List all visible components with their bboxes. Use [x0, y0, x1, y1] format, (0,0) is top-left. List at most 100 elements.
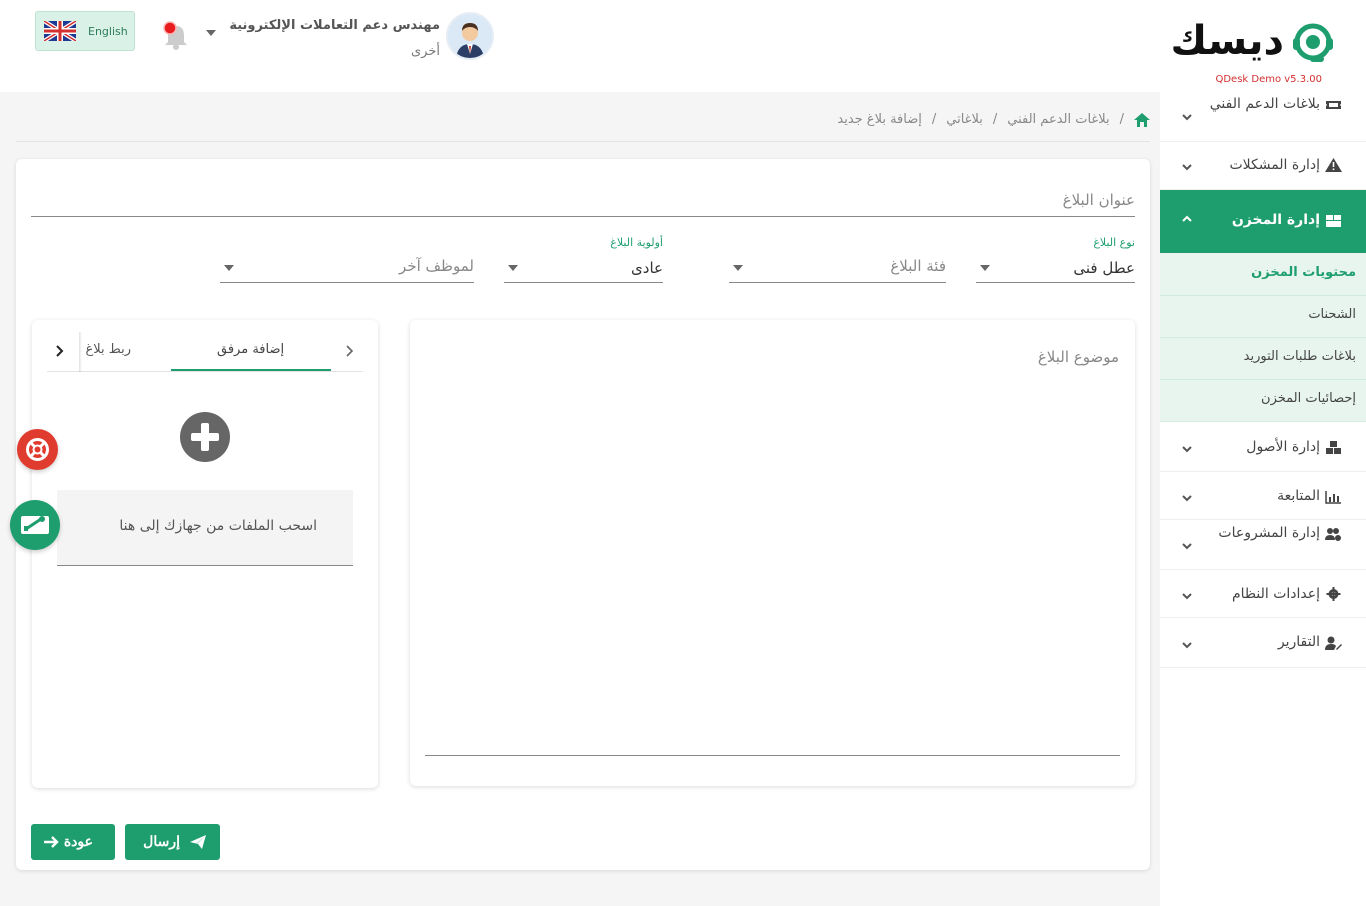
logo-text: ديسك: [1170, 18, 1285, 64]
back-button[interactable]: عودة: [31, 824, 115, 860]
user-role: أخرى: [411, 44, 440, 59]
ticket-priority-select[interactable]: عادى: [504, 253, 663, 283]
breadcrumb-separator: /: [992, 112, 998, 127]
assign-employee-select[interactable]: لموظف آخر: [220, 253, 474, 283]
sidebar-subitem-warehouse-stats[interactable]: إحصائيات المخزن: [1160, 380, 1366, 422]
users-cog-icon: [1325, 528, 1341, 541]
ticket-category-select[interactable]: فئة البلاغ: [729, 253, 946, 283]
dropdown-arrow-icon: [980, 265, 990, 271]
user-edit-icon: [1325, 636, 1342, 650]
breadcrumb-item-my-tickets[interactable]: بلاغاتي: [946, 112, 983, 127]
ticket-subject-editor[interactable]: موضوع البلاغ: [410, 320, 1135, 786]
sidebar-item-label: إعدادات النظام: [1231, 586, 1320, 602]
sidebar-item-label: إدارة المشكلات: [1229, 157, 1320, 173]
sidebar-subitem-supply-requests[interactable]: بلاغات طلبات التوريد: [1160, 338, 1366, 380]
user-name: مهندس دعم التعاملات الإلكترونية: [229, 18, 440, 33]
ticket-subject-placeholder: موضوع البلاغ: [1037, 348, 1119, 366]
chevron-down-icon: [1182, 446, 1192, 453]
home-icon[interactable]: [1134, 112, 1150, 127]
app-logo[interactable]: ديسك QDesk Demo v5.3.00: [1171, 8, 1352, 85]
subitem-label: الشحنات: [1308, 307, 1356, 322]
dropdown-arrow-icon: [508, 265, 518, 271]
chevron-down-icon: [1182, 164, 1192, 171]
sidebar-item-settings[interactable]: إعدادات النظام: [1160, 570, 1366, 618]
subject-underline: [425, 755, 1120, 756]
ticket-icon: [1326, 101, 1341, 109]
ticket-priority-label: أولوية البلاغ: [610, 236, 663, 249]
sidebar-subitem-warehouse-contents[interactable]: محتويات المخزن: [1160, 254, 1366, 296]
dropdown-arrow-icon: [733, 265, 743, 271]
chevron-down-icon: [1182, 495, 1192, 502]
attachments-tabs: إضافة مرفق ربط بلاغ: [47, 332, 363, 372]
language-switch-button[interactable]: English: [35, 11, 135, 51]
user-menu-caret-icon[interactable]: [206, 30, 216, 36]
ticket-type-select[interactable]: عطل فنى: [976, 253, 1135, 283]
user-avatar-icon: [448, 14, 492, 58]
dropdown-arrow-icon: [224, 265, 234, 271]
sidebar-item-label: إدارة الأصول: [1246, 439, 1320, 455]
ticket-type-value: عطل فنى: [1073, 259, 1135, 277]
chevron-down-icon: [1182, 114, 1192, 121]
sidebar-item-problems[interactable]: إدارة المشكلات: [1160, 142, 1366, 190]
uk-flag-icon: [44, 21, 76, 41]
sidebar-item-tickets[interactable]: بلاغات الدعم الفني: [1160, 92, 1366, 142]
sidebar-item-label: التقارير: [1277, 634, 1320, 650]
sidebar-item-label: إدارة المخزن: [1231, 212, 1320, 228]
paper-plane-icon: [190, 835, 206, 849]
top-bar: ديسك QDesk Demo v5.3.00 مهندس دعم التعام…: [0, 0, 1366, 92]
arrow-right-icon: [44, 836, 59, 848]
ticket-category-placeholder: فئة البلاغ: [890, 257, 946, 275]
cubes-icon: [1326, 441, 1341, 454]
sidebar-item-warehouse[interactable]: إدارة المخزن: [1160, 190, 1366, 254]
back-button-label: عودة: [63, 833, 93, 849]
assign-employee-placeholder: لموظف آخر: [399, 257, 474, 275]
chart-icon: [1325, 491, 1341, 504]
headset-logo-icon: [1293, 23, 1333, 62]
tab-scroll-right-icon[interactable]: [343, 344, 355, 358]
file-drop-zone[interactable]: اسحب الملفات من جهازك إلى هنا: [57, 490, 353, 566]
ticket-title-input[interactable]: [31, 183, 1135, 217]
breadcrumb-separator: /: [1119, 112, 1124, 127]
attachments-panel: إضافة مرفق ربط بلاغ اسحب الملفات من جهاز…: [32, 320, 378, 788]
tab-add-attachment[interactable]: إضافة مرفق: [217, 342, 284, 357]
send-button-label: إرسال: [143, 833, 180, 849]
ticket-type-label: نوع البلاغ: [1093, 236, 1135, 249]
warning-icon: [1325, 158, 1342, 172]
subitem-label: محتويات المخزن: [1251, 265, 1356, 280]
breadcrumb-separator: /: [931, 112, 937, 127]
app-version: QDesk Demo v5.3.00: [1215, 74, 1322, 85]
notification-bell-icon[interactable]: [162, 20, 190, 50]
tools-button[interactable]: [10, 500, 60, 550]
help-lifebuoy-button[interactable]: [17, 429, 58, 470]
sidebar-item-followup[interactable]: المتابعة: [1160, 472, 1366, 520]
tab-scroll-left-icon[interactable]: [53, 344, 65, 358]
chevron-up-icon: [1182, 215, 1192, 222]
sidebar: بلاغات الدعم الفني إدارة المشكلات إدارة …: [1160, 92, 1366, 906]
ticket-priority-value: عادى: [631, 259, 663, 277]
sidebar-item-label: إدارة المشروعات: [1218, 525, 1320, 541]
add-file-icon[interactable]: [180, 412, 230, 462]
chevron-down-icon: [1182, 543, 1192, 550]
active-tab-indicator: [171, 369, 331, 371]
lifebuoy-icon: [26, 438, 49, 461]
chevron-down-icon: [1182, 593, 1192, 600]
tab-link-ticket-clip: ربط بلاغ: [81, 342, 132, 364]
sidebar-item-reports[interactable]: التقارير: [1160, 618, 1366, 668]
breadcrumb-item-tickets[interactable]: بلاغات الدعم الفني: [1007, 112, 1109, 127]
tab-scroll-edge: [79, 332, 82, 372]
sidebar-item-assets[interactable]: إدارة الأصول: [1160, 422, 1366, 472]
tab-link-ticket[interactable]: ربط بلاغ: [86, 342, 132, 357]
sidebar-item-label: بلاغات الدعم الفني: [1209, 96, 1320, 112]
drop-zone-text: اسحب الملفات من جهازك إلى هنا: [119, 518, 317, 534]
subitem-label: إحصائيات المخزن: [1261, 391, 1356, 406]
boxes-icon: [1326, 215, 1341, 227]
toolbox-icon: [21, 516, 49, 534]
language-label: English: [88, 25, 128, 38]
new-ticket-card: نوع البلاغ عطل فنى فئة البلاغ أولوية الب…: [16, 159, 1150, 870]
send-button[interactable]: إرسال: [125, 824, 220, 860]
user-avatar[interactable]: [446, 12, 494, 60]
sidebar-item-label: المتابعة: [1277, 488, 1320, 504]
subitem-label: بلاغات طلبات التوريد: [1243, 349, 1356, 364]
sidebar-item-projects[interactable]: إدارة المشروعات: [1160, 520, 1366, 570]
sidebar-subitem-shipments[interactable]: الشحنات: [1160, 296, 1366, 338]
